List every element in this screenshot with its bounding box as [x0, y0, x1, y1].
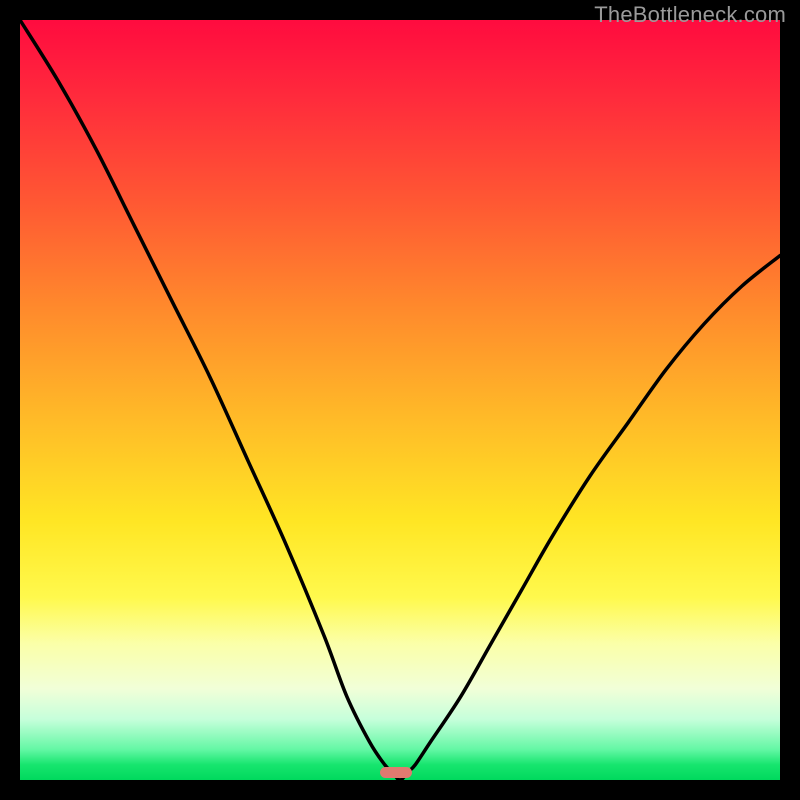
bottleneck-curve [20, 20, 780, 780]
curve-svg [20, 20, 780, 780]
watermark-text: TheBottleneck.com [594, 2, 786, 28]
plot-area [20, 20, 780, 780]
chart-frame: TheBottleneck.com [0, 0, 800, 800]
optimum-marker [380, 767, 412, 778]
